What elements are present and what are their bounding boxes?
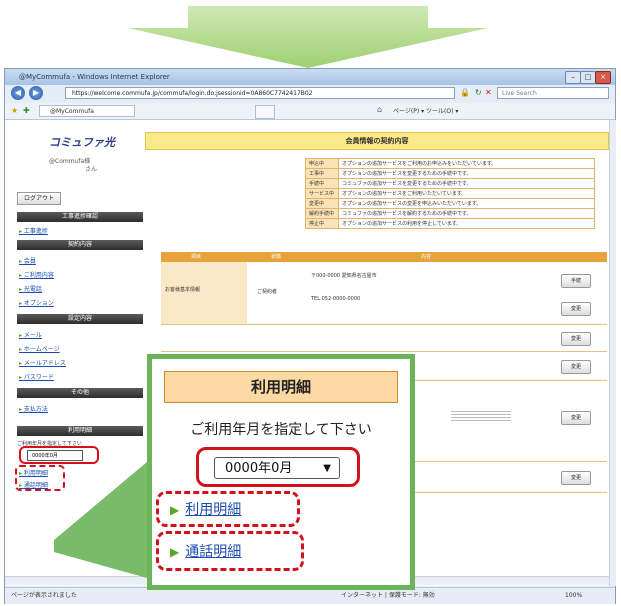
sidebar-item-phone[interactable]: 光電話 (19, 284, 42, 293)
section-settings: 設定内容 (17, 314, 143, 324)
tab-bar: ★ ✚ @MyCommufa ⌂ ページ(P) ▾ ツール(O) ▾ (5, 103, 615, 120)
section-other: その他 (17, 388, 143, 398)
legend-key: 手続中 (305, 178, 339, 189)
sidebar: コミュファ光 @Commufa様 さん ログアウト 工事進捗確認 工事進捗 契約… (15, 126, 143, 571)
add-favorite-icon[interactable]: ✚ (23, 106, 30, 115)
legend-key: 停止中 (305, 218, 339, 229)
row-detail: 〒000-0000 愛知県名古屋市 (311, 273, 377, 279)
stop-icon[interactable]: ✕ (485, 88, 492, 97)
address-bar: ◀ ▶ https://welcome.commufa.jp/commufa/l… (5, 85, 615, 103)
row-detail-text (451, 411, 511, 423)
legend-key: 変更中 (305, 198, 339, 209)
month-select-value: 0000年0月 (225, 461, 293, 476)
change-button[interactable]: 変更 (561, 411, 591, 425)
calls-link[interactable]: ▶ 通話明細 (170, 541, 241, 561)
page-title: 会員情報の契約内容 (145, 132, 609, 150)
favorites-icon[interactable]: ★ (11, 106, 18, 115)
procedure-button[interactable]: 手続 (561, 274, 591, 288)
zoom-panel: 利用明細 ご利用年月を指定して下さい 0000年0月 ▼ ▶ 利用明細 ▶ 通話明細 (147, 354, 415, 590)
sidebar-item-usage[interactable]: ご利用内容 (19, 270, 54, 279)
security-zone: インターネット | 保護モード: 無効 (341, 592, 435, 599)
legend-text: オプションの追加サービスをご利用いただいています。 (338, 188, 595, 199)
status-legend: 申込中 オプションの追加サービスをご利用のお申込みをいただいています。 工事中 オプ… (305, 158, 595, 229)
home-icon[interactable]: ⌂ (377, 105, 382, 114)
change-button[interactable]: 変更 (561, 471, 591, 485)
section-billing: 利用明細 (17, 426, 143, 436)
column-header: 項目 (191, 254, 202, 260)
section-contract: 契約内容 (17, 240, 143, 250)
status-text: ページが表示されました (11, 592, 77, 599)
change-button[interactable]: 変更 (561, 332, 591, 346)
lock-icon[interactable]: 🔒 (460, 88, 470, 97)
legend-key: 申込中 (305, 158, 339, 169)
user-greeting-suffix: さん (85, 166, 98, 173)
row-detail-phone: TEL 052-0000-0000 (311, 296, 361, 302)
change-button[interactable]: 変更 (561, 302, 591, 316)
billing-prompt: ご利用年月を指定して下さい (190, 422, 372, 438)
down-arrow-icon (128, 6, 488, 68)
close-button[interactable]: × (595, 71, 611, 84)
month-select[interactable]: 0000年0月 ▼ (214, 457, 340, 479)
billing-link-label: 利用明細 (185, 502, 242, 518)
legend-text: コミュファの追加サービスを変更するための手続中です。 (338, 178, 595, 189)
sidebar-item-mail-address[interactable]: メールアドレス (19, 358, 66, 367)
sidebar-item-progress[interactable]: 工事進捗 (19, 226, 48, 235)
window-title: @MyCommufa - Windows Internet Explorer (5, 69, 615, 85)
refresh-icon[interactable]: ↻ (475, 88, 482, 97)
maximize-button[interactable]: □ (580, 71, 596, 84)
billing-link[interactable]: ▶ 利用明細 (170, 499, 241, 519)
zoom-level[interactable]: 100% (565, 588, 582, 604)
change-button[interactable]: 変更 (561, 360, 591, 374)
legend-key: サービス中 (305, 188, 339, 199)
play-icon: ▶ (170, 545, 180, 559)
table-header: 項目 状態 内容 (161, 252, 607, 262)
forward-icon[interactable]: ▶ (29, 86, 43, 100)
toolbar-menus[interactable]: ページ(P) ▾ ツール(O) ▾ (393, 106, 458, 115)
new-tab-button[interactable] (255, 105, 275, 119)
sidebar-item-option[interactable]: オプション (19, 298, 54, 307)
legend-text: オプションの追加サービスの利用を停止しています。 (338, 218, 595, 229)
back-icon[interactable]: ◀ (11, 86, 25, 100)
highlight-dashed-small (15, 465, 65, 491)
row-status: ご契約者 (257, 289, 278, 295)
sidebar-item-mail[interactable]: メール (19, 330, 42, 339)
table-row: お客様基本情報 ご契約者 〒000-0000 愛知県名古屋市 TEL 052-0… (161, 262, 607, 325)
column-header: 内容 (421, 254, 432, 260)
highlight-ring-small (19, 446, 99, 464)
tab-commufa[interactable]: @MyCommufa (39, 105, 135, 117)
chevron-down-icon: ▼ (323, 463, 331, 474)
minimize-button[interactable]: – (565, 71, 581, 84)
logo: コミュファ光 (49, 136, 115, 149)
sidebar-item-homepage[interactable]: ホームページ (19, 344, 60, 353)
sidebar-item-payment[interactable]: 支払方法 (19, 404, 48, 413)
user-greeting: @Commufa様 (49, 158, 91, 165)
legend-key: 工事中 (305, 168, 339, 179)
legend-text: オプションの追加サービスを変更するための手続中です。 (338, 168, 595, 179)
url-input[interactable]: https://welcome.commufa.jp/commufa/login… (65, 87, 455, 99)
vertical-scrollbar[interactable] (609, 120, 616, 586)
table-row: 変更 (161, 325, 607, 352)
legend-text: オプションの追加サービスの変更を申込みいただいています。 (338, 198, 595, 209)
legend-text: コミュファの追加サービスを解約するための手続中です。 (338, 208, 595, 219)
logout-button[interactable]: ログアウト (17, 192, 61, 205)
sidebar-item-password[interactable]: パスワード (19, 372, 54, 381)
column-header: 状態 (271, 254, 282, 260)
sidebar-item-member[interactable]: 会員 (19, 256, 36, 265)
section-progress: 工事進捗確認 (17, 212, 143, 222)
row-label: お客様基本情報 (161, 262, 247, 324)
legend-text: オプションの追加サービスをご利用のお申込みをいただいています。 (338, 158, 595, 169)
legend-key: 解約手続中 (305, 208, 339, 219)
billing-title: 利用明細 (164, 371, 398, 403)
search-input[interactable]: Live Search (497, 87, 609, 99)
calls-link-label: 通話明細 (185, 544, 242, 560)
play-icon: ▶ (170, 503, 180, 517)
